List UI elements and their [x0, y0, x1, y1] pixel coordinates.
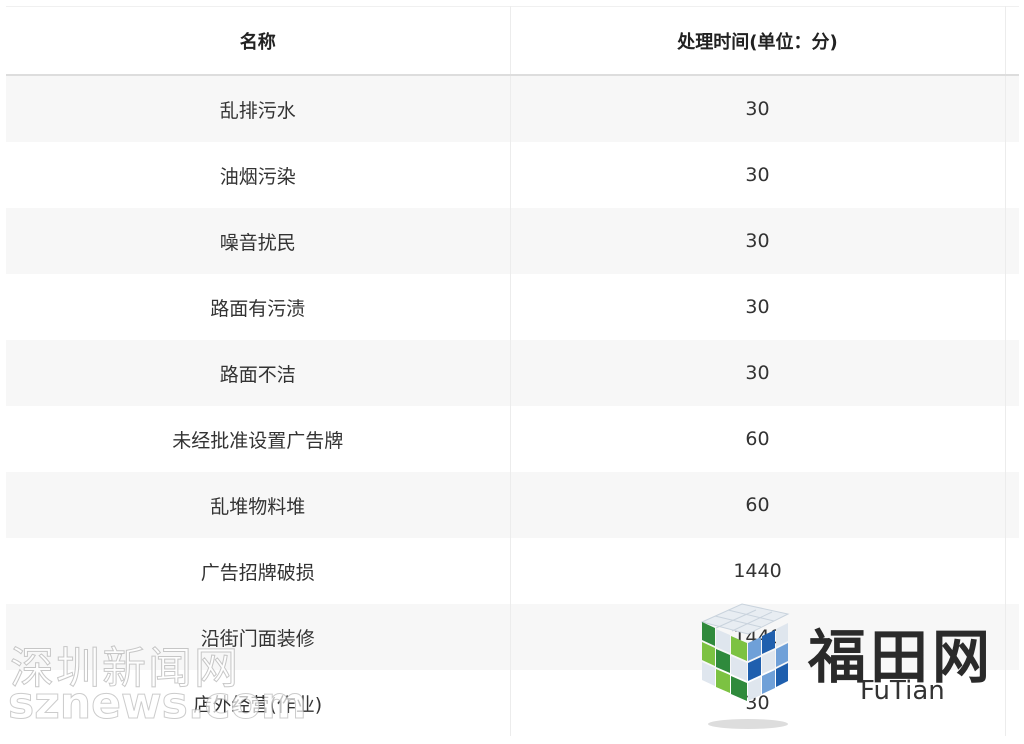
processing-time-table: 名称 处理时间(单位：分) 乱排污水 30 油烟污染 30 噪音扰民 30 路面…	[6, 6, 1019, 736]
column-header-edge	[1005, 6, 1019, 76]
cell-name: 店外经营(作业)	[6, 670, 511, 736]
cell-edge	[1005, 538, 1019, 604]
cell-time: 30	[510, 340, 1006, 406]
table-row: 噪音扰民 30	[6, 208, 1019, 274]
cell-name: 路面不洁	[6, 340, 511, 406]
cell-edge	[1005, 274, 1019, 340]
cell-name: 乱排污水	[6, 75, 511, 142]
cell-time: 30	[510, 274, 1006, 340]
table-row: 乱堆物料堆 60	[6, 472, 1019, 538]
cell-name: 沿街门面装修	[6, 604, 511, 670]
table-row: 油烟污染 30	[6, 142, 1019, 208]
cell-edge	[1005, 208, 1019, 274]
cell-edge	[1005, 472, 1019, 538]
column-header-name: 名称	[6, 6, 511, 76]
cell-time: 30	[510, 670, 1006, 736]
cell-time: 30	[510, 142, 1006, 208]
cell-time: 30	[510, 208, 1006, 274]
table-row: 乱排污水 30	[6, 75, 1019, 142]
table-row: 店外经营(作业) 30	[6, 670, 1019, 736]
cell-edge	[1005, 340, 1019, 406]
column-header-time: 处理时间(单位：分)	[510, 6, 1006, 76]
cell-name: 油烟污染	[6, 142, 511, 208]
table-row: 沿街门面装修 1440	[6, 604, 1019, 670]
cell-time: 60	[510, 406, 1006, 472]
cell-time: 1440	[510, 604, 1006, 670]
table-row: 路面不洁 30	[6, 340, 1019, 406]
table-row: 路面有污渍 30	[6, 274, 1019, 340]
cell-edge	[1005, 142, 1019, 208]
table-row: 广告招牌破损 1440	[6, 538, 1019, 604]
cell-time: 30	[510, 75, 1006, 142]
cell-name: 广告招牌破损	[6, 538, 511, 604]
cell-edge	[1005, 406, 1019, 472]
cell-time: 60	[510, 472, 1006, 538]
cell-name: 噪音扰民	[6, 208, 511, 274]
cell-edge	[1005, 75, 1019, 142]
cell-time: 1440	[510, 538, 1006, 604]
cell-edge	[1005, 604, 1019, 670]
cell-name: 路面有污渍	[6, 274, 511, 340]
cell-name: 未经批准设置广告牌	[6, 406, 511, 472]
cell-edge	[1005, 670, 1019, 736]
screenshot-frame: 名称 处理时间(单位：分) 乱排污水 30 油烟污染 30 噪音扰民 30 路面…	[0, 0, 1024, 744]
table-header-row: 名称 处理时间(单位：分)	[6, 6, 1019, 76]
table-row: 未经批准设置广告牌 60	[6, 406, 1019, 472]
cell-name: 乱堆物料堆	[6, 472, 511, 538]
